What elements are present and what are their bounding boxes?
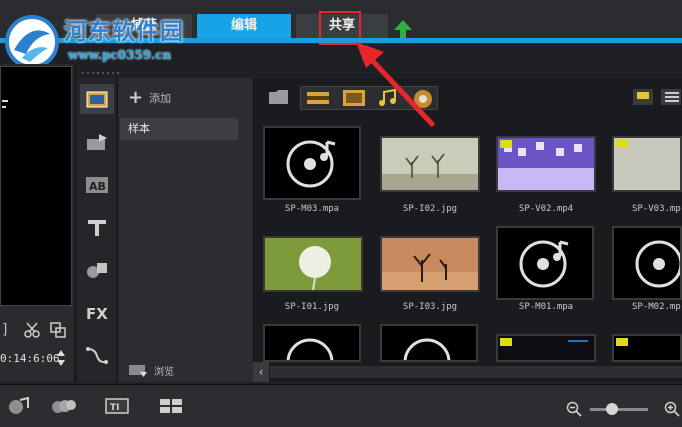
clip-name: SP-M02.mp [632, 302, 681, 312]
horizontal-scrollbar[interactable] [270, 366, 682, 378]
dark-video-icon [498, 336, 594, 360]
copy-icon[interactable] [50, 322, 66, 338]
svg-text:AB: AB [89, 180, 106, 193]
tab-edit[interactable]: 编辑 [197, 14, 291, 38]
drag-handle-icon[interactable] [80, 70, 124, 76]
clip-type-badge [616, 140, 628, 148]
watermark-url: www.pc0359.cn [68, 48, 172, 62]
clip-thumbnail[interactable] [612, 226, 682, 300]
browse-label: 浏览 [154, 367, 174, 378]
audio-clip-icon [635, 240, 680, 288]
storyboard-grid-icon[interactable] [158, 396, 184, 416]
add-folder-label: 添加 [149, 92, 172, 105]
svg-text:FX: FX [86, 305, 108, 323]
clip-thumbnail[interactable] [496, 136, 596, 192]
sidetool-graphics[interactable] [80, 255, 114, 285]
clip-name: SP-I01.jpg [284, 302, 340, 312]
watermark-logo-icon [5, 15, 59, 69]
clip-type-badge [616, 338, 628, 346]
watermark-name: 河东软件园 [64, 18, 184, 45]
browse-folder-icon [129, 364, 147, 377]
sidetool-text[interactable] [80, 213, 114, 243]
clip-thumbnail[interactable] [496, 334, 596, 362]
clip-type-badge [500, 140, 512, 148]
clip-name: SP-I02.jpg [402, 204, 458, 214]
scroll-left-button[interactable]: ‹ [253, 362, 269, 382]
clip-thumbnail[interactable] [612, 136, 682, 192]
clip-name: SP-I03.jpg [402, 302, 458, 312]
chevron-left-icon: ‹ [258, 365, 264, 379]
clip-thumbnail[interactable] [263, 126, 361, 200]
clip-thumbnail[interactable] [380, 236, 480, 292]
zoom-out-icon[interactable] [566, 401, 582, 417]
browse-button[interactable]: 浏览 [128, 363, 174, 378]
zoom-slider-knob[interactable] [606, 403, 618, 415]
clip-thumbnail[interactable] [263, 324, 361, 362]
sidetool-media[interactable] [80, 84, 114, 114]
subtitle-icon[interactable]: TI [104, 396, 130, 416]
preview-screen[interactable] [0, 66, 72, 306]
fx-filter-icon: FX [86, 305, 108, 323]
motion-path-icon [86, 347, 108, 364]
title-ab-icon: AB [86, 177, 108, 193]
audio-clip-icon [286, 140, 336, 188]
purple-video-icon [498, 138, 594, 190]
transition-icon [87, 134, 107, 150]
clip-name: SP-V02.mp4 [518, 204, 574, 214]
audio-clip-icon [519, 240, 569, 288]
text-t-icon [88, 220, 106, 236]
audio-clip-icon [403, 338, 451, 360]
preview-marker-icon [2, 100, 8, 108]
multi-track-icon[interactable] [50, 396, 76, 416]
audio-mixer-icon[interactable] [6, 396, 32, 416]
clip-name: SP-V03.mp [632, 204, 681, 214]
trees-image-icon [382, 138, 478, 190]
clip-thumbnail[interactable] [263, 236, 363, 292]
svg-text:TI: TI [110, 403, 120, 413]
open-folder-icon[interactable] [268, 88, 290, 106]
dandelion-image-icon [265, 238, 361, 290]
media-library-icon [86, 91, 108, 108]
graphics-icon [87, 263, 107, 278]
clip-thumbnail[interactable] [380, 136, 480, 192]
scissors-icon[interactable] [24, 322, 40, 338]
clip-thumbnail[interactable] [612, 334, 682, 362]
clip-name: SP-M03.mpa [284, 204, 340, 214]
clip-thumbnail[interactable] [496, 226, 594, 300]
plus-icon: + [128, 87, 144, 108]
add-folder-button[interactable]: + 添加 [128, 87, 172, 108]
folder-item-sample[interactable]: 样本 [120, 118, 238, 140]
timecode-stepper-icon[interactable] [56, 348, 66, 368]
clip-thumbnail[interactable] [380, 324, 478, 362]
sidetool-path[interactable] [80, 340, 114, 370]
bracket-end-icon[interactable]: ] [2, 322, 7, 338]
sidetool-title[interactable]: AB [80, 170, 114, 200]
thumbnail-view-icon[interactable] [632, 88, 654, 106]
annotation-arrow-icon [356, 42, 435, 127]
zoom-in-icon[interactable] [664, 401, 680, 417]
sidetool-transition[interactable] [80, 128, 114, 158]
audio-clip-icon [286, 338, 334, 360]
clip-type-badge [500, 338, 512, 346]
video-filter-icon[interactable] [306, 90, 330, 106]
list-view-icon[interactable] [660, 88, 682, 106]
sidetool-fx[interactable]: FX [80, 298, 114, 328]
desert-image-icon [382, 238, 478, 290]
timecode-readout[interactable]: 0:14:6:06 [0, 352, 60, 365]
zoom-slider[interactable] [590, 408, 648, 411]
clip-name: SP-M01.mpa [518, 302, 574, 312]
